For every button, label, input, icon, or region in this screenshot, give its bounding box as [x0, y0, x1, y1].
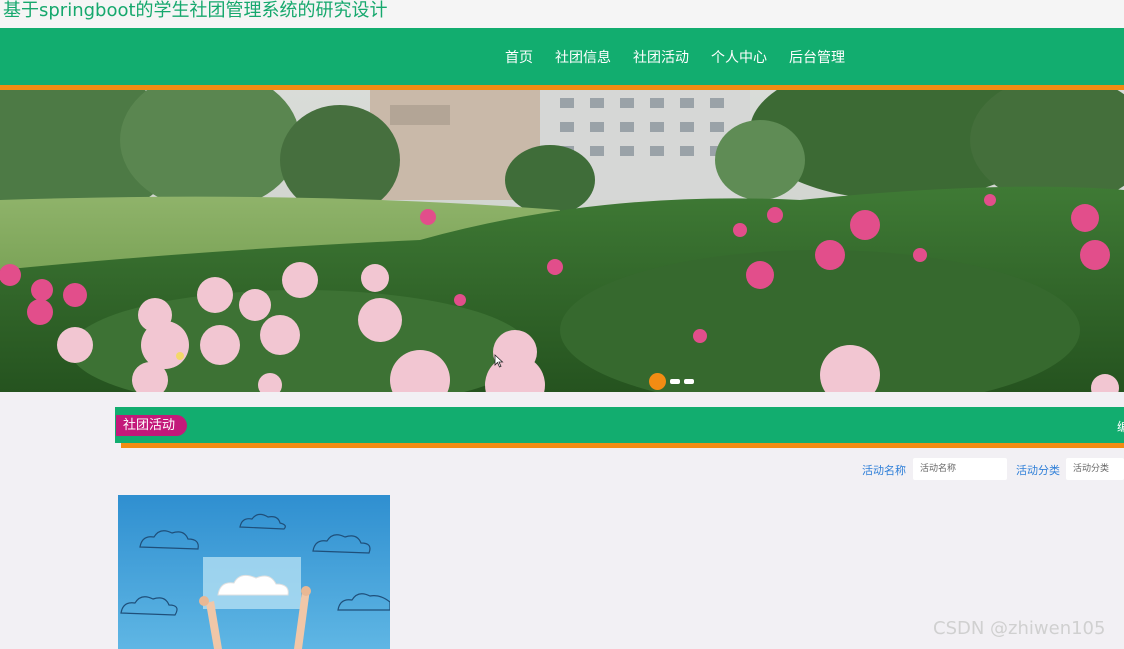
- activity-category-input[interactable]: [1066, 458, 1124, 480]
- section-accent-line: [121, 443, 1124, 448]
- activity-name-input[interactable]: [913, 458, 1007, 480]
- section-header: [115, 407, 1124, 443]
- banner-image: [0, 90, 1124, 392]
- nav-items: 首页 社团信息 社团活动 个人中心 后台管理: [494, 28, 856, 85]
- activity-name-label: 活动名称: [862, 464, 906, 477]
- carousel-dot[interactable]: [684, 378, 694, 384]
- carousel-banner[interactable]: [0, 90, 1124, 392]
- nav-item-home[interactable]: 首页: [505, 47, 533, 67]
- mouse-cursor-icon: [494, 354, 504, 368]
- nav-item-club-info[interactable]: 社团信息: [555, 47, 611, 67]
- nav-item-admin[interactable]: 后台管理: [789, 47, 845, 67]
- site-title: 基于springboot的学生社团管理系统的研究设计: [0, 0, 1124, 28]
- carousel-indicators: [649, 372, 698, 390]
- top-nav: 首页 社团信息 社团活动 个人中心 后台管理: [0, 28, 1124, 85]
- left-margin: [0, 392, 55, 649]
- watermark: CSDN @zhiwen105: [933, 618, 1106, 639]
- nav-item-personal-center[interactable]: 个人中心: [711, 47, 767, 67]
- section-title: 社团活动: [116, 415, 188, 436]
- nav-item-club-activities[interactable]: 社团活动: [633, 47, 689, 67]
- activity-card-image: [118, 495, 390, 649]
- activity-card[interactable]: [118, 495, 390, 649]
- section-more-link[interactable]: 编: [1117, 418, 1124, 435]
- carousel-dot-active[interactable]: [649, 372, 666, 390]
- carousel-dot[interactable]: [670, 378, 680, 384]
- activity-category-label: 活动分类: [1016, 464, 1060, 477]
